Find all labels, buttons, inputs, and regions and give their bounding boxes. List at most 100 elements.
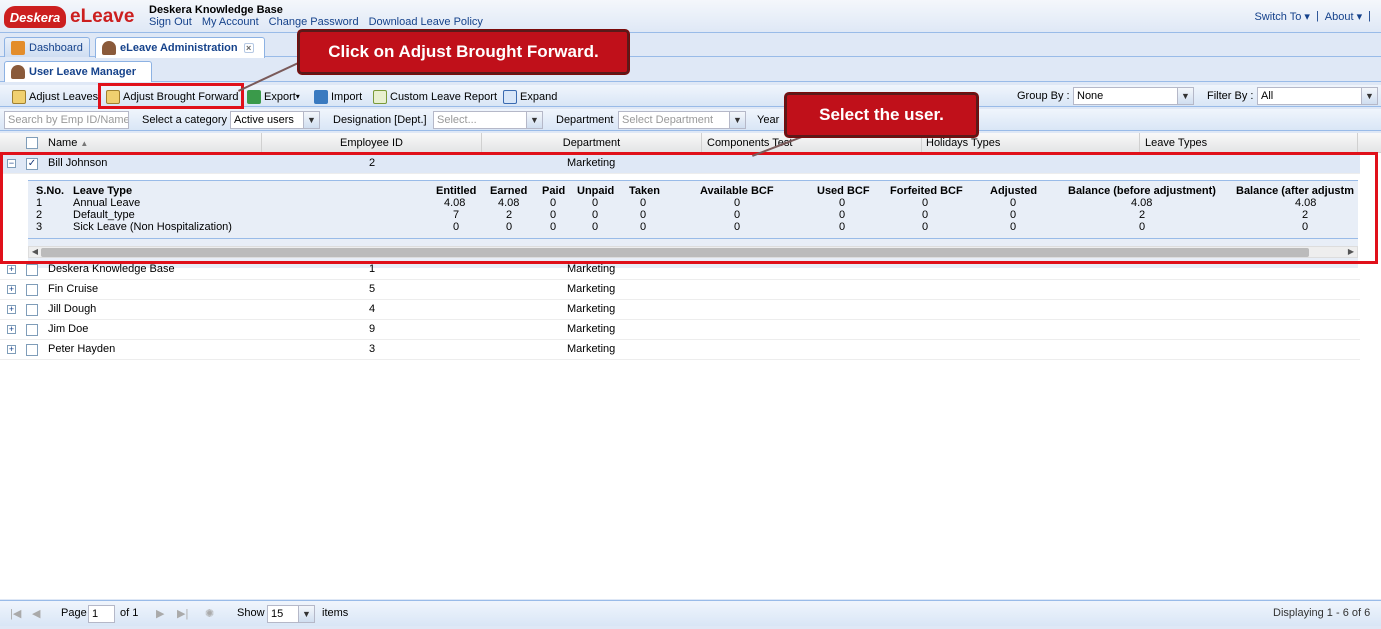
first-page-icon[interactable]: |◀ bbox=[10, 607, 21, 620]
scroll-thumb[interactable] bbox=[41, 248, 1309, 257]
column-header-leave-types[interactable]: Leave Types bbox=[1140, 133, 1358, 153]
app-name: eLeave bbox=[70, 6, 135, 27]
page-number-input[interactable]: 1 bbox=[88, 605, 115, 623]
detail-cell: 0 bbox=[839, 209, 846, 221]
column-header-department[interactable]: Department bbox=[482, 133, 702, 153]
column-header-name[interactable]: Name ▲ bbox=[44, 133, 262, 153]
collapse-icon[interactable]: − bbox=[7, 159, 16, 168]
group-by-select[interactable]: None ▼ bbox=[1073, 87, 1194, 105]
detail-cell: 0 bbox=[839, 197, 846, 209]
row-employee-id: 9 bbox=[369, 323, 376, 335]
scroll-left-icon[interactable]: ◀ bbox=[29, 247, 41, 257]
column-name-label: Name bbox=[48, 137, 78, 149]
prev-page-icon[interactable]: ◀ bbox=[32, 607, 40, 620]
detail-cell: 0 bbox=[640, 221, 647, 233]
category-label: Select a category bbox=[142, 114, 227, 126]
detail-cell: 2 bbox=[1139, 209, 1146, 221]
search-input[interactable]: Search by Emp ID/Name bbox=[4, 111, 129, 129]
chevron-down-icon: ▼ bbox=[303, 112, 319, 128]
about-menu[interactable]: About ▾ bbox=[1325, 10, 1362, 23]
row-checkbox[interactable] bbox=[26, 324, 38, 336]
switch-to-menu[interactable]: Switch To ▾ bbox=[1254, 10, 1309, 23]
tab-eleave-administration[interactable]: eLeave Administration × bbox=[95, 37, 265, 58]
detail-cell: 0 bbox=[1302, 221, 1309, 233]
row-checkbox[interactable] bbox=[26, 284, 38, 296]
detail-cell: 0 bbox=[592, 197, 599, 209]
sign-out-link[interactable]: Sign Out bbox=[149, 16, 192, 28]
refresh-icon[interactable]: ✺ bbox=[205, 607, 214, 620]
detail-cell: 0 bbox=[734, 221, 741, 233]
row-department: Marketing bbox=[567, 263, 616, 275]
row-department: Marketing bbox=[567, 283, 616, 295]
my-account-link[interactable]: My Account bbox=[202, 16, 259, 28]
group-by-label: Group By : bbox=[1017, 90, 1070, 102]
detail-cell: 0 bbox=[640, 197, 647, 209]
import-icon bbox=[314, 89, 328, 104]
header-menu: Switch To ▾ | About ▾ | bbox=[1254, 10, 1371, 23]
home-icon bbox=[11, 40, 25, 55]
custom-leave-report-button[interactable]: Custom Leave Report bbox=[373, 88, 497, 105]
change-password-link[interactable]: Change Password bbox=[269, 16, 359, 28]
table-row[interactable]: + Jim Doe 9 Marketing bbox=[0, 320, 1360, 340]
export-button[interactable]: Export ▾ bbox=[247, 88, 300, 105]
row-name: Jim Doe bbox=[48, 323, 89, 335]
adjust-bf-label: Adjust Brought Forward bbox=[123, 90, 239, 103]
expand-row-icon[interactable]: + bbox=[7, 285, 16, 294]
detail-cell: 0 bbox=[1010, 209, 1017, 221]
page-size-select[interactable]: 15 ▼ bbox=[267, 605, 315, 623]
designation-select[interactable]: Select... ▼ bbox=[433, 111, 543, 129]
select-all-checkbox[interactable] bbox=[26, 137, 38, 149]
chevron-down-icon: ▾ bbox=[1356, 11, 1363, 23]
table-row-expanded[interactable]: − ✓ Bill Johnson 2 Marketing bbox=[0, 154, 1360, 174]
filter-bar: Search by Emp ID/Name Select a category … bbox=[0, 109, 1381, 131]
user-icon bbox=[11, 65, 25, 79]
chevron-down-icon: ▼ bbox=[1361, 88, 1377, 104]
row-checkbox[interactable] bbox=[26, 304, 38, 316]
tab-dashboard[interactable]: Dashboard bbox=[4, 37, 90, 57]
separator: | bbox=[1315, 10, 1319, 22]
row-name: Fin Cruise bbox=[48, 283, 99, 295]
tab-user-leave-manager[interactable]: User Leave Manager bbox=[4, 61, 152, 82]
expand-row-icon[interactable]: + bbox=[7, 265, 16, 274]
category-select[interactable]: Active users ▼ bbox=[230, 111, 320, 129]
chevron-down-icon: ▼ bbox=[729, 112, 745, 128]
detail-cell: 0 bbox=[592, 221, 599, 233]
adjust-brought-forward-button[interactable]: Adjust Brought Forward bbox=[106, 88, 239, 105]
row-checkbox-checked[interactable]: ✓ bbox=[26, 158, 38, 170]
detail-cell: 0 bbox=[922, 221, 929, 233]
department-select[interactable]: Select Department ▼ bbox=[618, 111, 746, 129]
column-header-employee-id[interactable]: Employee ID bbox=[262, 133, 482, 153]
tab-dashboard-label: Dashboard bbox=[29, 41, 83, 54]
chevron-down-icon: ▼ bbox=[1177, 88, 1193, 104]
next-page-icon[interactable]: ▶ bbox=[156, 607, 164, 620]
scroll-right-icon[interactable]: ▶ bbox=[1345, 247, 1357, 257]
download-leave-policy-link[interactable]: Download Leave Policy bbox=[369, 16, 483, 28]
import-button[interactable]: Import bbox=[314, 88, 362, 105]
table-row[interactable]: + Jill Dough 4 Marketing bbox=[0, 300, 1360, 320]
row-checkbox[interactable] bbox=[26, 264, 38, 276]
expand-row-icon[interactable]: + bbox=[7, 305, 16, 314]
horizontal-scrollbar[interactable]: ◀ ▶ bbox=[28, 246, 1358, 258]
row-name: Deskera Knowledge Base bbox=[48, 263, 175, 275]
expand-label: Expand bbox=[520, 90, 558, 103]
chevron-down-icon: ▾ bbox=[295, 92, 300, 101]
adjust-leaves-button[interactable]: Adjust Leaves bbox=[12, 88, 98, 105]
detail-cell: 0 bbox=[922, 197, 929, 209]
row-checkbox[interactable] bbox=[26, 344, 38, 356]
row-employee-id: 4 bbox=[369, 303, 376, 315]
report-icon bbox=[373, 89, 387, 104]
edit-icon bbox=[12, 89, 26, 104]
detail-cell: 4.08 bbox=[1295, 197, 1317, 209]
expand-row-icon[interactable]: + bbox=[7, 325, 16, 334]
table-row[interactable]: + Peter Hayden 3 Marketing bbox=[0, 340, 1360, 360]
close-icon[interactable]: × bbox=[243, 43, 254, 53]
expand-button[interactable]: Expand bbox=[503, 88, 557, 105]
filter-by-select[interactable]: All ▼ bbox=[1257, 87, 1378, 105]
items-label: items bbox=[322, 607, 349, 619]
table-row[interactable]: + Deskera Knowledge Base 1 Marketing bbox=[0, 260, 1360, 280]
table-row[interactable]: + Fin Cruise 5 Marketing bbox=[0, 280, 1360, 300]
last-page-icon[interactable]: ▶| bbox=[177, 607, 188, 620]
detail-header-forfeited-bcf: Forfeited BCF bbox=[890, 185, 963, 197]
expand-row-icon[interactable]: + bbox=[7, 345, 16, 354]
detail-header-taken: Taken bbox=[629, 185, 660, 197]
